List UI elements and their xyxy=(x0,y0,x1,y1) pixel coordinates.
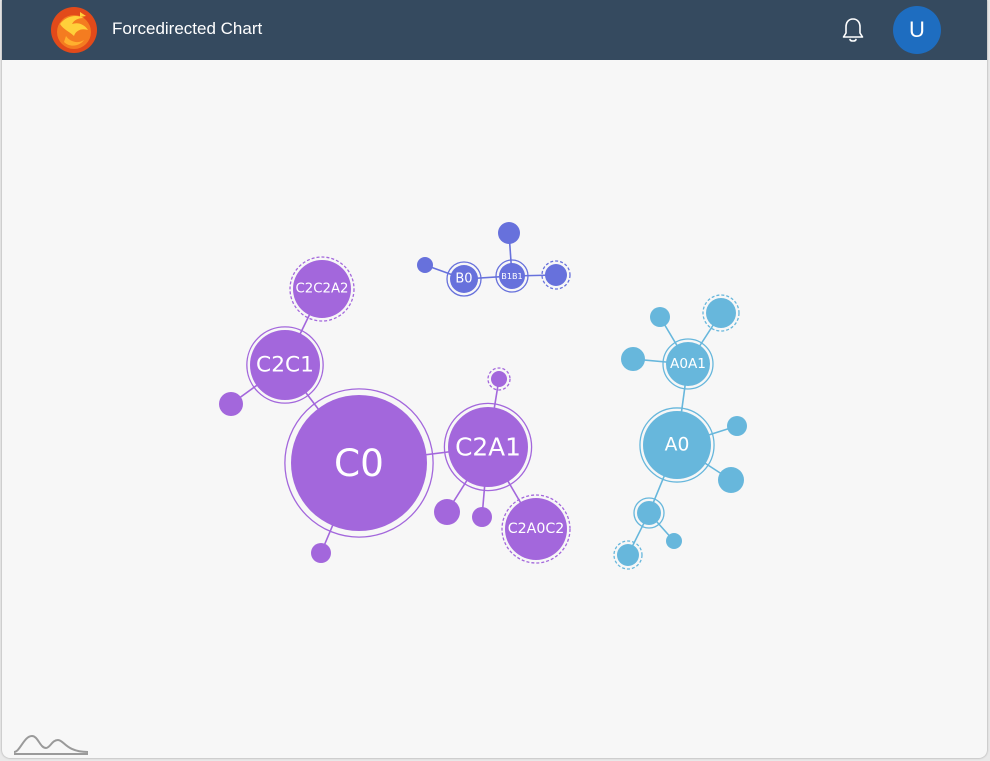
app-window: Forcedirected Chart U C0 C2C1 C2C2A2 C2A1 C2… xyxy=(2,0,987,758)
node-circle xyxy=(718,467,744,493)
node-c-leaf1[interactable] xyxy=(219,392,243,416)
node-a-leaf5[interactable] xyxy=(718,467,744,493)
node-b-leaf2[interactable] xyxy=(498,222,520,244)
avatar-initial: U xyxy=(909,17,925,42)
node-c-leaf4[interactable] xyxy=(434,499,460,525)
force-directed-chart: C0 C2C1 C2C2A2 C2A1 C2A0C2 B0 B1B1 A0 A0A1 xyxy=(219,222,747,570)
node-a0a1[interactable]: A0A1 xyxy=(662,338,714,390)
node-a-leaf7[interactable] xyxy=(613,540,643,570)
app-header: Forcedirected Chart U xyxy=(2,0,987,60)
node-a-leaf1[interactable] xyxy=(650,307,670,327)
node-circle xyxy=(650,307,670,327)
node-a-leaf3[interactable] xyxy=(702,294,740,332)
node-label: C2C2A2 xyxy=(295,282,348,297)
node-label: C0 xyxy=(334,441,384,485)
node-label: C2C1 xyxy=(256,353,314,378)
node-c-leaf5[interactable] xyxy=(472,507,492,527)
node-a0[interactable]: A0 xyxy=(639,407,715,483)
nodes-layer: C0 C2C1 C2C2A2 C2A1 C2A0C2 B0 B1B1 A0 A0A1 xyxy=(219,222,747,570)
node-c-leaf2[interactable] xyxy=(311,543,331,563)
node-circle xyxy=(472,507,492,527)
node-circle xyxy=(621,347,645,371)
node-circle xyxy=(617,544,639,566)
app-title: Forcedirected Chart xyxy=(112,19,263,38)
node-c-leaf3[interactable] xyxy=(487,367,511,391)
node-c2a1[interactable]: C2A1 xyxy=(443,402,533,492)
node-b-leaf1[interactable] xyxy=(417,257,433,273)
node-c2c1[interactable]: C2C1 xyxy=(246,326,324,404)
node-b-leaf3[interactable] xyxy=(541,260,571,290)
node-a-leaf8[interactable] xyxy=(666,533,682,549)
node-b0[interactable]: B0 xyxy=(446,261,482,297)
node-a-leaf4[interactable] xyxy=(727,416,747,436)
node-label: C2A1 xyxy=(455,433,521,462)
node-circle xyxy=(637,501,661,525)
node-c2a0c2[interactable]: C2A0C2 xyxy=(501,494,571,564)
node-circle xyxy=(219,392,243,416)
node-circle xyxy=(311,543,331,563)
node-circle xyxy=(491,371,507,387)
node-label: A0A1 xyxy=(670,356,706,372)
node-label: B1B1 xyxy=(501,271,522,281)
node-b1b1[interactable]: B1B1 xyxy=(495,259,529,293)
node-circle xyxy=(706,298,736,328)
node-circle xyxy=(434,499,460,525)
node-a-leaf2[interactable] xyxy=(621,347,645,371)
chart-logo-icon xyxy=(13,734,89,755)
node-label: C2A0C2 xyxy=(508,521,565,537)
user-avatar[interactable]: U xyxy=(893,6,941,54)
node-circle xyxy=(545,264,567,286)
node-a-leaf6[interactable] xyxy=(633,497,665,529)
node-circle xyxy=(417,257,433,273)
node-circle xyxy=(727,416,747,436)
node-label: B0 xyxy=(455,272,472,287)
node-circle xyxy=(498,222,520,244)
node-c0[interactable]: C0 xyxy=(284,388,434,538)
node-c2c2a2[interactable]: C2C2A2 xyxy=(289,256,355,322)
node-label: A0 xyxy=(665,435,690,456)
phoenix-logo-icon xyxy=(51,7,97,53)
node-circle xyxy=(666,533,682,549)
bell-icon[interactable] xyxy=(840,16,866,44)
